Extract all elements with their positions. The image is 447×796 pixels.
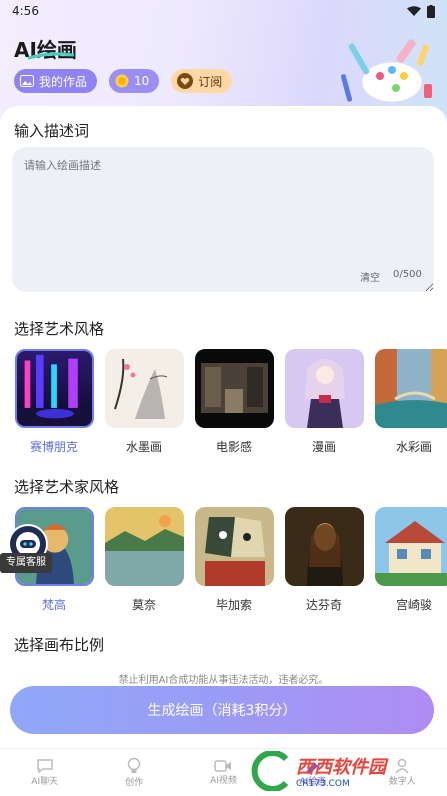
watermark-url: CR173.COM [296,778,350,789]
clear-button[interactable]: 清空 [360,269,380,284]
style-thumbnail [104,349,184,428]
generate-button[interactable]: 生成绘画（消耗3积分） [10,686,434,734]
canvas-section-title: 选择画布比例 [14,636,105,654]
wifi-icon [407,5,421,16]
style-label: 赛博朋克 [29,440,78,454]
painting-palette-illustration [340,39,432,103]
style-label: 漫画 [311,440,336,454]
points-chip[interactable]: 10 [109,69,160,93]
nav-label: AI聊天 [31,777,59,787]
style-item-comic[interactable]: 漫画 [284,349,364,455]
nav-item-ai-chat[interactable]: AI聊天 [5,758,85,787]
artist-label: 宫崎骏 [395,598,432,612]
watermark-logo-icon [251,750,289,791]
subscribe-button[interactable]: 订阅 [171,69,233,93]
gallery-icon [20,75,34,87]
artist-thumbnail [284,507,364,586]
artist-label: 莫奈 [131,598,156,612]
chat-icon [36,759,53,774]
style-label: 电影感 [215,440,252,454]
title-underline-decoration [28,52,74,60]
style-label: 水墨画 [125,440,162,454]
watermark-brand: 西西软件园 [296,756,386,778]
artist-item-picasso[interactable]: 毕加索 [194,507,274,613]
artist-item-monet[interactable]: 莫奈 [104,507,184,613]
nav-label: 创作 [125,778,144,788]
style-item-cinematic[interactable]: 电影感 [194,349,274,455]
style-item-watercolor[interactable]: 水彩画 [374,349,447,455]
bulb-icon [127,757,141,773]
subscribe-label: 订阅 [198,74,223,89]
video-icon [214,760,232,772]
style-item-cyberpunk[interactable]: 赛博朋克 [14,349,94,455]
style-label: 水彩画 [395,440,432,454]
nav-item-create[interactable]: 创作 [94,757,174,788]
coin-icon [115,74,129,88]
art-style-list: 赛博朋克 水墨画 电影感 漫画 水彩画 [14,349,447,455]
artist-thumbnail [104,507,184,586]
my-works-label: 我的作品 [39,74,88,89]
artist-item-da-vinci[interactable]: 达芬奇 [284,507,364,613]
char-counter: 0/500 [393,269,422,280]
prompt-section-title: 输入描述词 [14,122,90,140]
my-works-button[interactable]: 我的作品 [14,69,98,93]
heart-icon [177,73,194,89]
style-item-ink-painting[interactable]: 水墨画 [104,349,184,455]
style-thumbnail [374,349,447,428]
status-bar: 4:56 [0,0,447,22]
style-thumbnail [14,349,94,428]
status-time: 4:56 [12,4,39,18]
style-thumbnail [284,349,364,428]
points-value: 10 [134,74,150,88]
artist-label: 梵高 [41,598,66,612]
artist-style-list: 梵高 莫奈 毕加索 达芬奇 宫崎骏 [14,507,447,613]
artist-item-miyazaki[interactable]: 宫崎骏 [374,507,447,613]
nav-label: AI视频 [210,776,237,786]
art-style-section-title: 选择艺术风格 [14,320,105,338]
customer-service-label[interactable]: 专属客服 [0,553,52,573]
battery-icon [427,4,435,18]
header-chips: 我的作品 10 订阅 [14,69,233,93]
artist-label: 达芬奇 [305,598,342,612]
artist-style-section-title: 选择艺术家风格 [14,478,120,496]
disclaimer-text: 禁止利用AI合成功能从事违法活动，违者必究。 [118,675,329,686]
artist-label: 毕加索 [215,598,252,612]
style-thumbnail [194,349,274,428]
artist-thumbnail [374,507,447,586]
site-watermark: 西西软件园 CR173.COM [248,745,447,796]
artist-thumbnail [194,507,274,586]
